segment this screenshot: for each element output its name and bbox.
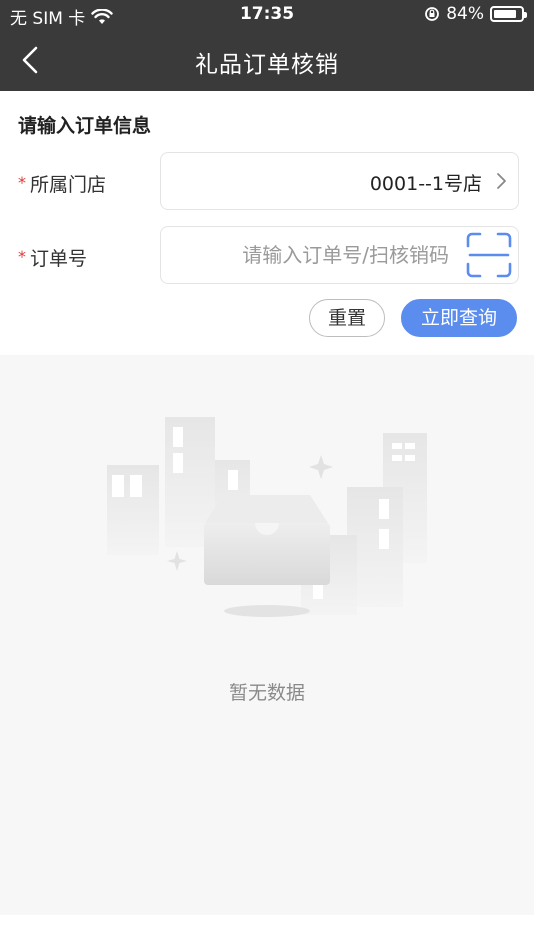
navigation-bar: 礼品订单核销 xyxy=(0,30,534,91)
top-bar: 无 SIM 卡 17:35 84% 礼品订单核销 xyxy=(0,0,534,91)
empty-state-text: 暂无数据 xyxy=(228,682,305,704)
form-section-title: 请输入订单信息 xyxy=(18,115,152,137)
reset-button[interactable]: 重置 xyxy=(309,299,385,337)
query-button[interactable]: 立即查询 xyxy=(401,299,517,337)
store-label: * 所属门店 xyxy=(18,170,106,197)
order-label: * 订单号 xyxy=(18,244,87,271)
order-field xyxy=(160,226,519,284)
battery-icon xyxy=(490,6,527,22)
store-value: 0001--1号店 xyxy=(369,173,482,195)
page-title: 礼品订单核销 xyxy=(195,52,339,78)
order-query-form: 请输入订单信息 *所属门店 0001--1号店 *订单号 重置 立即查询 xyxy=(0,91,534,355)
scan-button[interactable] xyxy=(466,232,512,278)
store-selector[interactable]: 0001--1号店 xyxy=(160,152,519,210)
scan-icon xyxy=(466,232,512,278)
required-mark: * xyxy=(18,173,26,192)
orientation-lock-icon xyxy=(425,7,440,21)
status-right: 84% xyxy=(424,4,527,24)
battery-percent: 84% xyxy=(446,4,484,24)
store-label-text: 所属门店 xyxy=(30,174,107,196)
required-mark: * xyxy=(18,247,26,266)
order-label-text: 订单号 xyxy=(30,248,88,270)
chevron-right-icon xyxy=(497,173,506,189)
status-bar: 无 SIM 卡 17:35 84% xyxy=(0,0,534,30)
order-number-input[interactable] xyxy=(161,227,461,283)
empty-box-icon xyxy=(107,417,427,617)
empty-state: 暂无数据 xyxy=(0,355,534,915)
